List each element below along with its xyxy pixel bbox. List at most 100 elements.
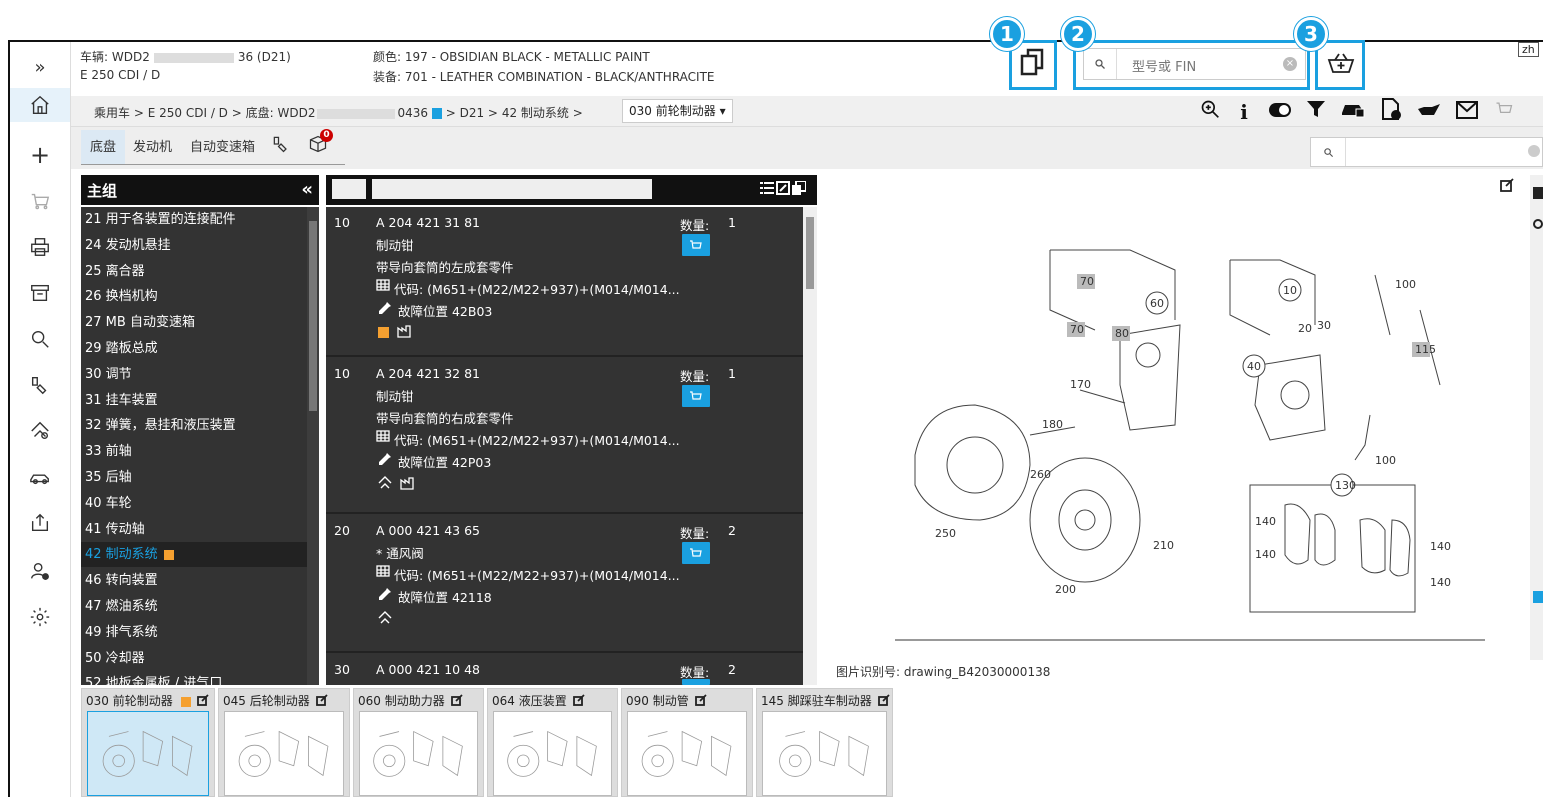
breadcrumb-item[interactable]: 0436 xyxy=(397,106,428,120)
user-info-icon[interactable] xyxy=(10,554,70,588)
callout-number[interactable]: 210 xyxy=(1153,539,1174,552)
book-icon[interactable] xyxy=(431,108,442,119)
edit-icon[interactable] xyxy=(191,694,209,708)
main-group-item[interactable]: 31 挂车装置 xyxy=(85,388,307,413)
callout-number[interactable]: 70 xyxy=(1080,275,1094,288)
callout-number[interactable]: 180 xyxy=(1042,418,1063,431)
breadcrumb-item[interactable]: 42 制动系统 xyxy=(502,106,569,120)
add-to-cart-button[interactable] xyxy=(682,679,710,685)
callout-number[interactable]: 260 xyxy=(1030,468,1051,481)
search-icon[interactable] xyxy=(10,322,70,356)
list-view-icon[interactable] xyxy=(760,181,774,198)
main-group-scrollbar[interactable] xyxy=(307,207,319,685)
callout-number[interactable]: 140 xyxy=(1430,576,1451,589)
tab-engine[interactable]: 发动机 xyxy=(133,136,172,155)
cart-disabled-icon[interactable] xyxy=(1494,99,1514,124)
callout-number[interactable]: 70 xyxy=(1070,323,1084,336)
parts-list-scrollbar[interactable] xyxy=(803,207,817,685)
subgroup-thumbnail[interactable]: 030 前轮制动器 xyxy=(81,688,215,797)
parts-filter-input[interactable] xyxy=(1310,137,1543,167)
contrast-toggle-icon[interactable] xyxy=(1268,100,1292,124)
main-group-item[interactable]: 26 换档机构 xyxy=(85,284,307,309)
callout-number[interactable]: 100 xyxy=(1395,278,1416,291)
current-subgroup-dropdown[interactable]: 030 前轮制动器 ▾ xyxy=(622,99,733,123)
zoom-in-icon[interactable] xyxy=(1200,98,1220,125)
edit-note-icon[interactable] xyxy=(1500,178,1514,195)
edit-icon[interactable] xyxy=(567,694,585,708)
callout-number[interactable]: 130 xyxy=(1335,479,1356,492)
clear-icon[interactable] xyxy=(1528,145,1540,157)
rotate-icon[interactable] xyxy=(1533,219,1543,229)
main-group-item[interactable]: 25 离合器 xyxy=(85,259,307,284)
copy-view-icon[interactable] xyxy=(792,180,807,198)
add-to-cart-button[interactable] xyxy=(682,234,710,256)
vehicle-icon[interactable] xyxy=(10,460,70,494)
marker-icon[interactable] xyxy=(1533,591,1543,603)
callout-number[interactable]: 200 xyxy=(1055,583,1076,596)
callout-number[interactable]: 100 xyxy=(1375,454,1396,467)
scrollbar-thumb[interactable] xyxy=(806,217,814,289)
export-icon[interactable] xyxy=(10,506,70,540)
main-group-item[interactable]: 42 制动系统 xyxy=(81,542,307,568)
callout-number[interactable]: 20 xyxy=(1298,322,1312,335)
main-group-item[interactable]: 49 排气系统 xyxy=(85,620,307,645)
callout-number[interactable]: 250 xyxy=(935,527,956,540)
main-group-item[interactable]: 33 前轴 xyxy=(85,439,307,464)
tools-and-factory-icons[interactable] xyxy=(378,476,414,493)
parts-tag-icon[interactable] xyxy=(10,368,70,402)
callout-number[interactable]: 140 xyxy=(1255,515,1276,528)
filter-icon[interactable] xyxy=(1306,99,1326,124)
main-group-item[interactable]: 40 车轮 xyxy=(85,491,307,516)
part-filter-input[interactable] xyxy=(372,179,652,199)
tab-transmission[interactable]: 自动变速箱 xyxy=(190,136,255,155)
main-group-item[interactable]: 46 转向装置 xyxy=(85,568,307,593)
subgroup-thumbnail[interactable]: 145 脚踩驻车制动器 xyxy=(756,688,893,797)
tab-chassis[interactable]: 底盘 xyxy=(90,136,116,155)
fin-search-box[interactable]: 型号或 FIN × xyxy=(1083,48,1306,80)
exploded-drawing[interactable]: 70 70 80 60 10 100 20 30 115 40 170 180 100 260 130 140… xyxy=(830,175,1530,685)
edit-icon[interactable] xyxy=(872,694,890,708)
vehicle-data-icon[interactable] xyxy=(1340,99,1366,124)
clear-icon[interactable]: × xyxy=(1283,57,1297,71)
breadcrumb-item[interactable]: E 250 CDI / D xyxy=(148,106,228,120)
callout-number[interactable]: 40 xyxy=(1247,360,1261,373)
document-info-icon[interactable] xyxy=(1380,98,1402,125)
subgroup-thumbnail[interactable]: 090 制动管 xyxy=(621,688,753,797)
edit-icon[interactable] xyxy=(445,694,463,708)
breadcrumb-item[interactable]: 乘用车 xyxy=(94,106,130,120)
main-group-item[interactable]: 27 MB 自动变速箱 xyxy=(85,310,307,335)
add-to-cart-button[interactable] xyxy=(682,542,710,564)
subgroup-thumbnail[interactable]: 064 液压装置 xyxy=(487,688,618,797)
breadcrumb-item[interactable]: 底盘: WDD2 xyxy=(246,106,316,120)
oil-can-icon[interactable] xyxy=(1416,100,1442,124)
callout-number[interactable]: 115 xyxy=(1415,343,1436,356)
callout-number[interactable]: 10 xyxy=(1283,284,1297,297)
main-group-item[interactable]: 47 燃油系统 xyxy=(85,594,307,619)
tools-icon[interactable] xyxy=(378,611,400,628)
settings-gear-icon[interactable] xyxy=(10,600,70,634)
main-group-item[interactable]: 35 后轴 xyxy=(85,465,307,490)
subgroup-thumbnail[interactable]: 060 制动助力器 xyxy=(353,688,484,797)
info-icon[interactable]: i xyxy=(1234,100,1254,124)
home-icon[interactable] xyxy=(10,88,70,122)
main-group-item[interactable]: 30 调节 xyxy=(85,362,307,387)
callout-number[interactable]: 140 xyxy=(1255,548,1276,561)
callout-number[interactable]: 60 xyxy=(1150,297,1164,310)
edit-icon[interactable] xyxy=(689,694,707,708)
main-group-item[interactable]: 29 踏板总成 xyxy=(85,336,307,361)
callout-number[interactable]: 30 xyxy=(1317,319,1331,332)
tools-icon[interactable] xyxy=(10,414,70,448)
fullscreen-icon[interactable] xyxy=(776,181,790,198)
callout-number[interactable]: 140 xyxy=(1430,540,1451,553)
main-group-item[interactable]: 52 地板金属板 / 进气口 xyxy=(85,671,307,685)
add-icon[interactable]: + xyxy=(10,138,70,172)
save-icon[interactable] xyxy=(1533,187,1543,199)
print-icon[interactable] xyxy=(10,230,70,264)
language-select[interactable]: zh xyxy=(1518,42,1539,57)
main-group-item[interactable]: 24 发动机悬挂 xyxy=(85,233,307,258)
main-group-item[interactable]: 21 用于各装置的连接配件 xyxy=(85,207,307,232)
mail-icon[interactable] xyxy=(1456,100,1480,124)
note-icon[interactable] xyxy=(163,549,174,560)
note-and-factory-icons[interactable] xyxy=(378,325,411,341)
cart-icon[interactable] xyxy=(10,184,70,218)
